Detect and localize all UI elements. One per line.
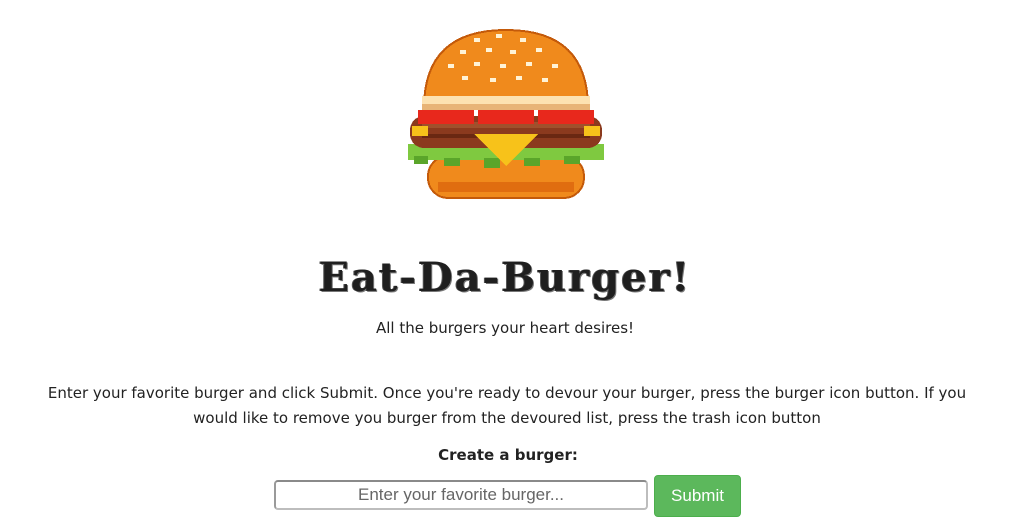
create-burger-label: Create a burger: <box>438 446 578 464</box>
submit-button[interactable]: Submit <box>654 475 741 517</box>
page-title: Eat-Da-Burger! <box>318 254 692 301</box>
burger-logo <box>404 26 608 206</box>
tagline: All the burgers your heart desires! <box>375 319 635 337</box>
pixel-burger-icon <box>408 28 604 199</box>
burger-name-input[interactable] <box>274 480 648 510</box>
instructions-text: Enter your favorite burger and click Sub… <box>47 384 967 427</box>
